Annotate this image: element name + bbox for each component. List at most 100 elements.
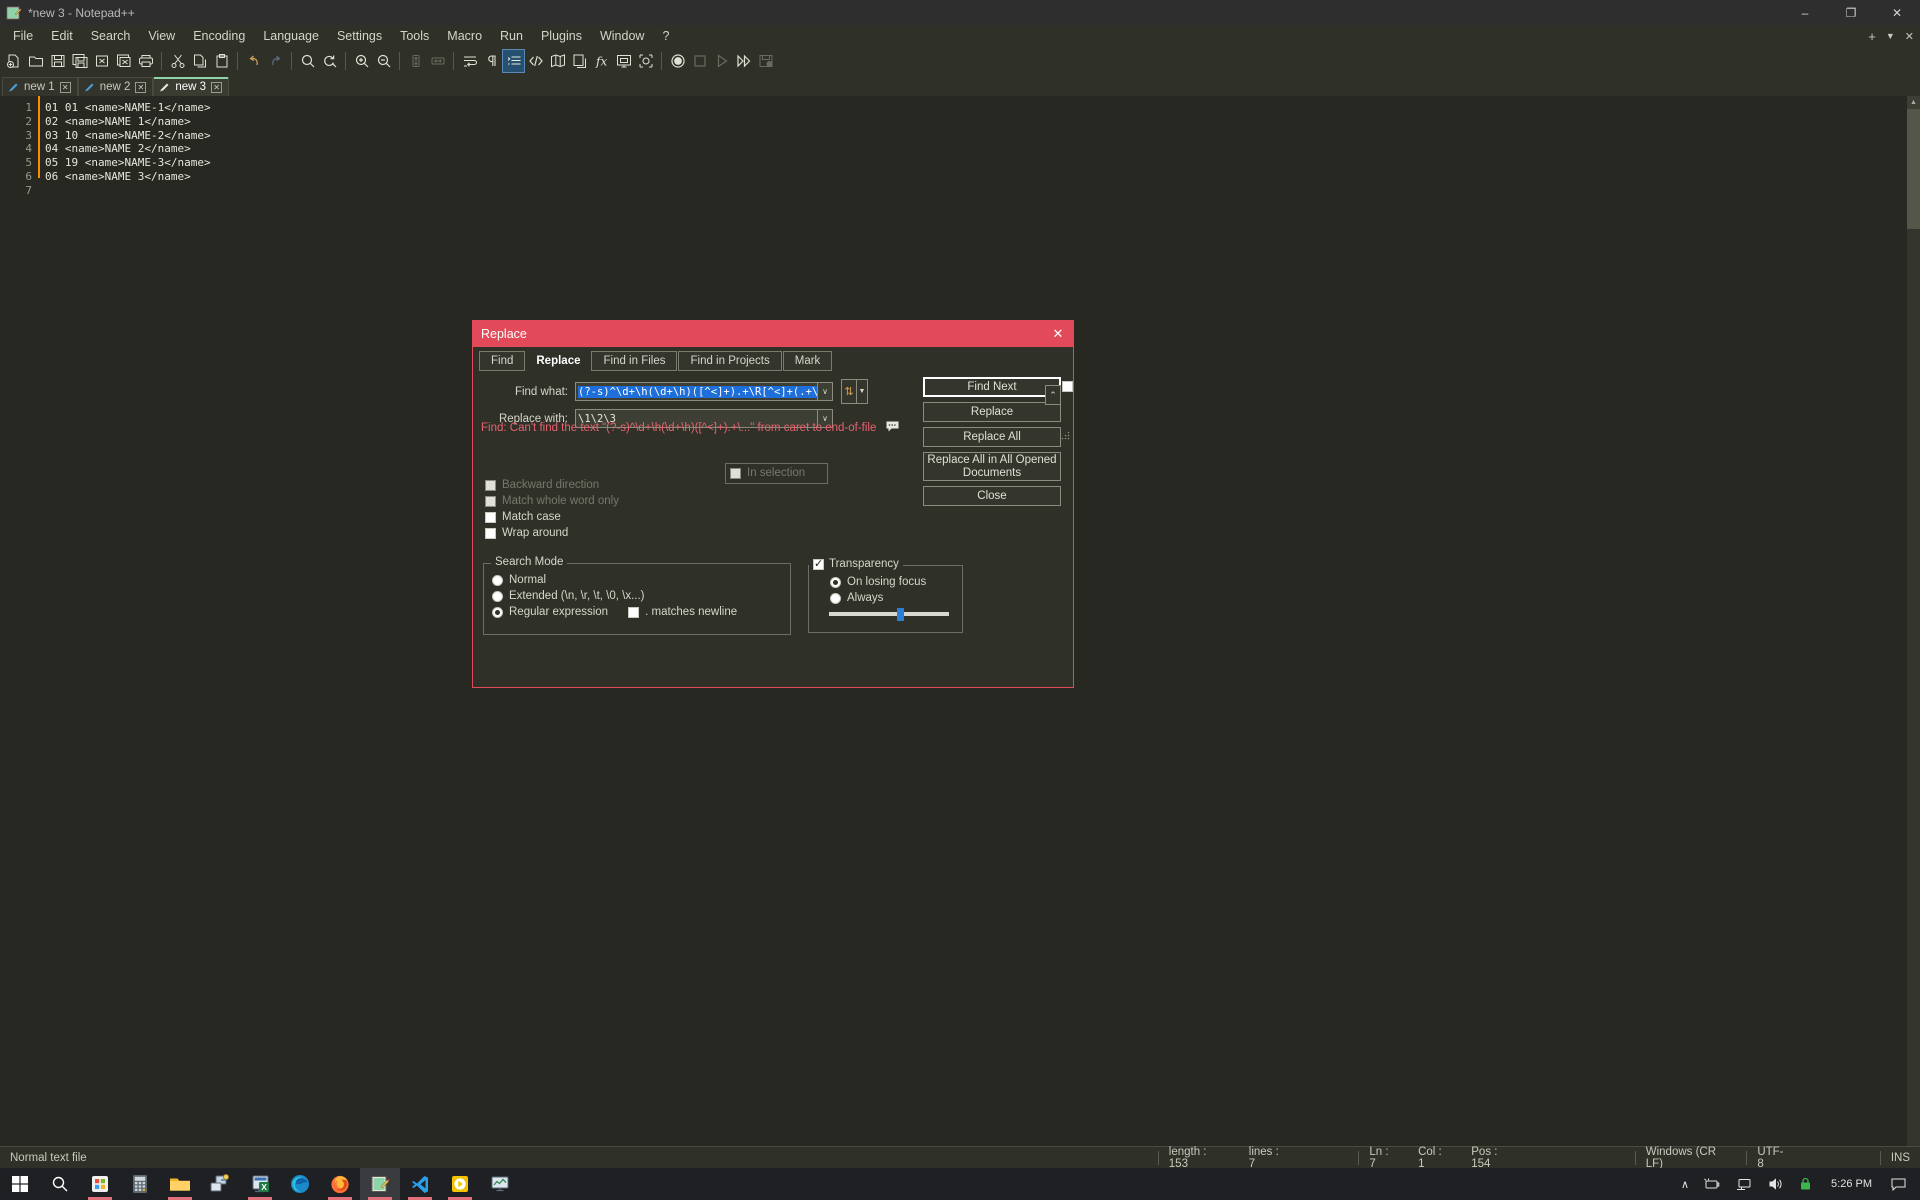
macro-play-multiple-icon[interactable] bbox=[733, 50, 754, 72]
keep-dialog-open-checkbox[interactable] bbox=[1062, 381, 1073, 392]
scroll-up-icon[interactable]: ▲ bbox=[1907, 96, 1920, 109]
store-icon[interactable] bbox=[80, 1168, 120, 1200]
dot-matches-newline-checkbox[interactable]: . matches newline bbox=[628, 606, 737, 618]
macro-play-icon[interactable] bbox=[711, 50, 732, 72]
tab-close-icon[interactable]: ✕ bbox=[59, 81, 71, 93]
close-all-icon[interactable] bbox=[113, 50, 134, 72]
dialog-title-bar[interactable]: Replace ✕ bbox=[473, 321, 1073, 347]
backward-direction-checkbox[interactable]: Backward direction bbox=[485, 479, 619, 491]
transparency-checkbox[interactable] bbox=[813, 557, 824, 570]
file-explorer-icon[interactable] bbox=[160, 1168, 200, 1200]
match-case-checkbox[interactable]: Match case bbox=[485, 511, 619, 523]
find-next-button[interactable]: Find Next bbox=[923, 377, 1061, 397]
new-tab-plus-icon[interactable]: + bbox=[1868, 29, 1876, 44]
menu-help[interactable]: ? bbox=[653, 27, 678, 45]
media-player-icon[interactable] bbox=[440, 1168, 480, 1200]
find-what-dropdown-icon[interactable]: ∨ bbox=[817, 383, 832, 400]
find-icon[interactable] bbox=[297, 50, 318, 72]
folder-workspace-icon[interactable]: fx bbox=[591, 50, 612, 72]
find-what-input[interactable]: (?-s)^\d+\h(\d+\h)([^<]+).+\R[^<]+(.+\R) bbox=[576, 383, 817, 400]
search-mode-extended[interactable]: Extended (\n, \r, \t, \0, \x...) bbox=[492, 590, 782, 602]
copy-icon[interactable] bbox=[189, 50, 210, 72]
tab-find-in-files[interactable]: Find in Files bbox=[591, 351, 678, 371]
open-file-icon[interactable] bbox=[25, 50, 46, 72]
macro-stop-icon[interactable] bbox=[689, 50, 710, 72]
close-window-button[interactable]: ✕ bbox=[1874, 0, 1920, 25]
network-tool-icon[interactable] bbox=[200, 1168, 240, 1200]
menu-plugins[interactable]: Plugins bbox=[532, 27, 591, 45]
notification-icon[interactable] bbox=[1884, 1178, 1920, 1191]
tab-new-1[interactable]: new 1 ✕ bbox=[2, 77, 78, 96]
edge-icon[interactable] bbox=[280, 1168, 320, 1200]
tag-match-icon[interactable] bbox=[525, 50, 546, 72]
redo-icon[interactable] bbox=[265, 50, 286, 72]
slider-thumb[interactable] bbox=[897, 608, 904, 621]
in-selection-checkbox[interactable]: In selection bbox=[730, 467, 827, 479]
zoom-in-icon[interactable] bbox=[351, 50, 372, 72]
match-whole-word-checkbox[interactable]: Match whole word only bbox=[485, 495, 619, 507]
tab-find-in-projects[interactable]: Find in Projects bbox=[678, 351, 782, 371]
dialog-resize-grip[interactable] bbox=[1061, 429, 1070, 440]
transparency-slider[interactable] bbox=[829, 608, 949, 621]
search-mode-normal[interactable]: Normal bbox=[492, 574, 782, 586]
notepadpp-icon[interactable] bbox=[360, 1168, 400, 1200]
swap-find-replace-button[interactable]: ⇅ ▼ bbox=[841, 379, 868, 404]
wrap-around-checkbox[interactable]: Wrap around bbox=[485, 527, 619, 539]
indent-guide-icon[interactable] bbox=[502, 49, 525, 73]
minimize-button[interactable]: – bbox=[1782, 0, 1828, 25]
macro-record-icon[interactable] bbox=[667, 50, 688, 72]
paste-icon[interactable] bbox=[211, 50, 232, 72]
word-wrap-icon[interactable] bbox=[459, 50, 480, 72]
collapse-dialog-button[interactable]: ⌃ bbox=[1045, 385, 1061, 405]
volume-icon[interactable] bbox=[1760, 1177, 1792, 1191]
save-icon[interactable] bbox=[47, 50, 68, 72]
search-icon[interactable] bbox=[40, 1168, 80, 1200]
menu-macro[interactable]: Macro bbox=[438, 27, 491, 45]
message-history-icon[interactable] bbox=[886, 421, 899, 435]
menu-settings[interactable]: Settings bbox=[328, 27, 391, 45]
menu-view[interactable]: View bbox=[139, 27, 184, 45]
undo-icon[interactable] bbox=[243, 50, 264, 72]
save-all-icon[interactable] bbox=[69, 50, 90, 72]
maximize-button[interactable]: ❐ bbox=[1828, 0, 1874, 25]
swap-dropdown-icon[interactable]: ▼ bbox=[856, 380, 867, 403]
zoom-out-icon[interactable] bbox=[373, 50, 394, 72]
transparency-always[interactable]: Always bbox=[830, 592, 954, 604]
menu-run[interactable]: Run bbox=[491, 27, 532, 45]
find-what-combo[interactable]: (?-s)^\d+\h(\d+\h)([^<]+).+\R[^<]+(.+\R)… bbox=[575, 382, 833, 401]
print-icon[interactable] bbox=[135, 50, 156, 72]
menu-file[interactable]: File bbox=[4, 27, 42, 45]
tab-close-icon[interactable]: ✕ bbox=[211, 81, 223, 93]
windows-start-icon[interactable] bbox=[0, 1168, 40, 1200]
function-list-icon[interactable] bbox=[569, 50, 590, 72]
transparency-header[interactable]: Transparency bbox=[809, 557, 903, 570]
dialog-close-icon[interactable]: ✕ bbox=[1047, 324, 1069, 344]
tab-close-icon[interactable]: ✕ bbox=[135, 81, 147, 93]
menu-tools[interactable]: Tools bbox=[391, 27, 438, 45]
tray-chevron-icon[interactable]: ∧ bbox=[1674, 1178, 1696, 1191]
chart-app-icon[interactable] bbox=[480, 1168, 520, 1200]
close-tab-icon[interactable]: ✕ bbox=[1905, 30, 1914, 43]
document-monitor-icon[interactable] bbox=[635, 50, 656, 72]
replace-all-opened-docs-button[interactable]: Replace All in All Opened Documents bbox=[923, 452, 1061, 481]
tab-new-3[interactable]: new 3 ✕ bbox=[153, 77, 230, 96]
menu-window[interactable]: Window bbox=[591, 27, 653, 45]
tab-list-chevron-icon[interactable]: ▼ bbox=[1886, 31, 1895, 41]
menu-search[interactable]: Search bbox=[82, 27, 140, 45]
macro-save-icon[interactable] bbox=[755, 50, 776, 72]
sync-horizontal-icon[interactable] bbox=[427, 50, 448, 72]
lock-icon[interactable] bbox=[1792, 1177, 1819, 1191]
clock[interactable]: 5:26 PM bbox=[1819, 1178, 1884, 1190]
tab-mark[interactable]: Mark bbox=[782, 351, 833, 371]
network-icon[interactable] bbox=[1728, 1177, 1760, 1191]
replace-all-button[interactable]: Replace All bbox=[923, 427, 1061, 447]
vertical-scrollbar[interactable]: ▲ bbox=[1907, 96, 1920, 1146]
vscode-icon[interactable] bbox=[400, 1168, 440, 1200]
firefox-icon[interactable] bbox=[320, 1168, 360, 1200]
replace-icon[interactable] bbox=[319, 50, 340, 72]
transparency-on-losing-focus[interactable]: On losing focus bbox=[830, 576, 954, 588]
show-all-chars-icon[interactable] bbox=[481, 50, 502, 72]
excel-icon[interactable]: X bbox=[240, 1168, 280, 1200]
menu-language[interactable]: Language bbox=[254, 27, 328, 45]
tab-new-2[interactable]: new 2 ✕ bbox=[77, 77, 154, 96]
